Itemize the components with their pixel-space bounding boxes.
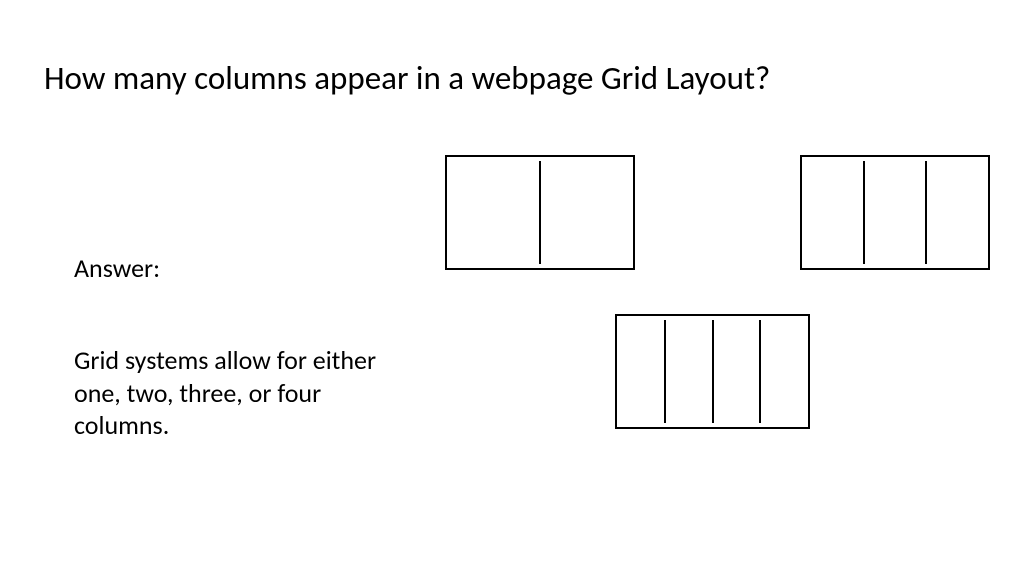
answer-label: Answer:	[74, 252, 160, 284]
column-divider	[925, 161, 927, 264]
column-divider	[759, 320, 761, 423]
column-divider	[712, 320, 714, 423]
column-divider	[863, 161, 865, 264]
column-divider	[539, 161, 541, 264]
two-column-grid-diagram	[445, 155, 635, 270]
column-divider	[664, 320, 666, 423]
three-column-grid-diagram	[800, 155, 990, 270]
slide-title: How many columns appear in a webpage Gri…	[44, 58, 770, 98]
four-column-grid-diagram	[615, 314, 810, 429]
answer-text: Grid systems allow for either one, two, …	[74, 344, 414, 442]
